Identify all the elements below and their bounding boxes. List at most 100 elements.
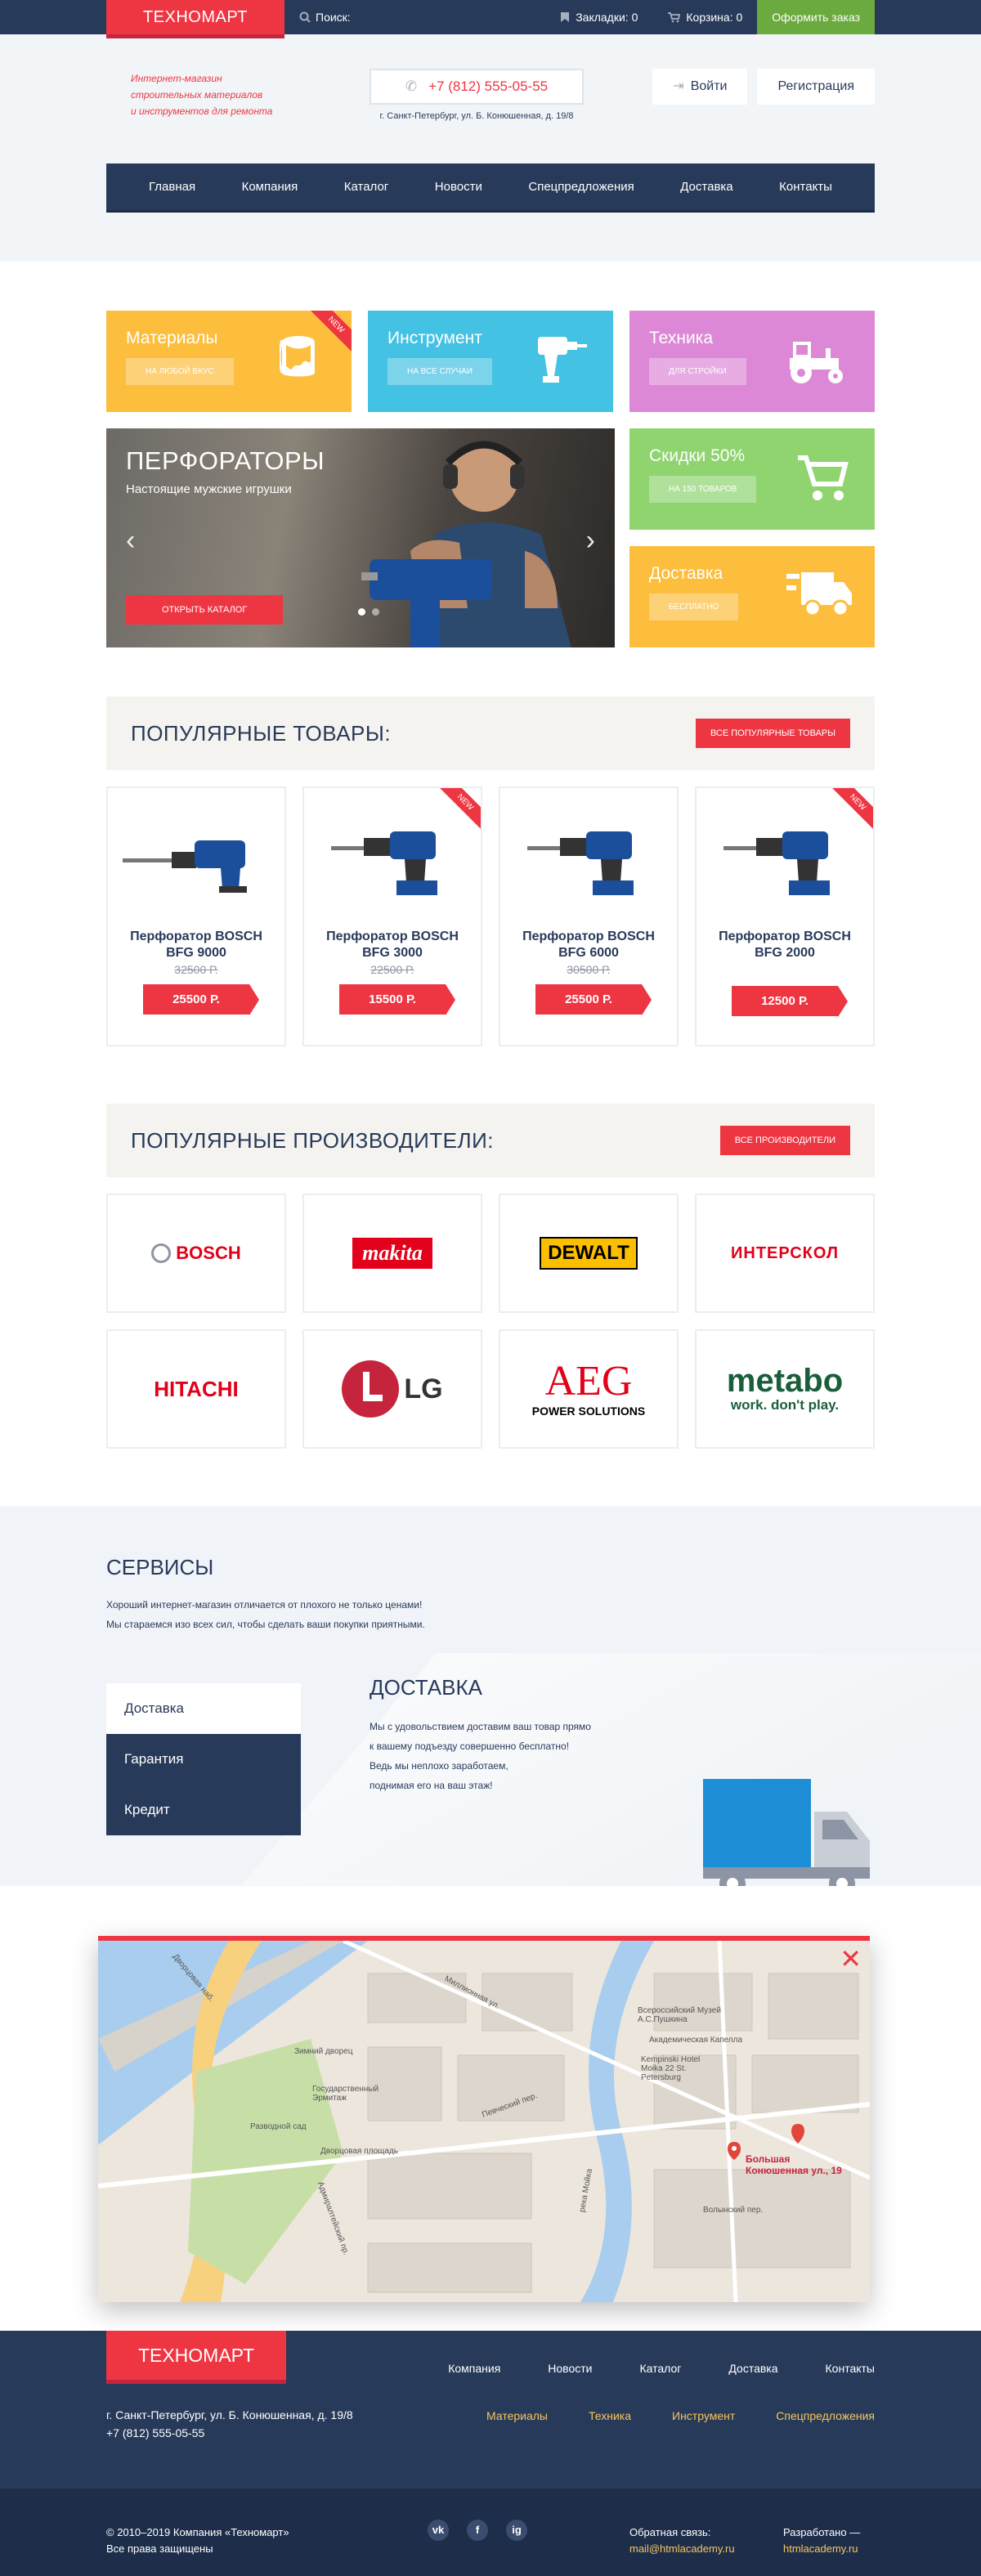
developer-label: Разработано — bbox=[783, 2526, 861, 2538]
tile-materials[interactable]: Материалы На любой вкус NEW bbox=[106, 311, 352, 412]
footer-address: г. Санкт-Петербург, ул. Б. Конюшенная, д… bbox=[106, 2406, 353, 2442]
footer-nav-item[interactable]: Новости bbox=[548, 2362, 592, 2375]
content-line: Ведь мы неплохо заработаем, bbox=[370, 1760, 508, 1772]
product-name: Перфоратор BOSCH BFG 9000 bbox=[130, 930, 262, 960]
tile-tag: Бесплатно bbox=[649, 594, 739, 620]
tab-credit[interactable]: Кредит bbox=[106, 1785, 301, 1835]
nav-item-news[interactable]: Новости bbox=[435, 180, 482, 194]
nav-item-delivery[interactable]: Доставка bbox=[680, 180, 732, 194]
intro-line: Мы стараемся изо всех сил, чтобы сделать… bbox=[106, 1619, 425, 1630]
content-line: поднимая его на ваш этаж! bbox=[370, 1780, 493, 1791]
brand-aeg[interactable]: AEG POWER SOLUTIONS bbox=[499, 1329, 679, 1449]
content-title: ДОСТАВКА bbox=[370, 1675, 482, 1700]
developer-link[interactable]: htmlacademy.ru bbox=[783, 2541, 860, 2557]
bookmark-icon bbox=[561, 12, 570, 22]
map-marker[interactable]: Большая Конюшенная ул., 19 bbox=[728, 2142, 842, 2176]
content-text: Мы с удовольствием доставим ваш товар пр… bbox=[370, 1717, 647, 1795]
tile-tag: Для стройки bbox=[649, 358, 746, 385]
product-price-button[interactable]: 25500 Р. bbox=[143, 984, 259, 1015]
services-tabs: Доставка Гарантия Кредит bbox=[106, 1683, 301, 1835]
social-links: vk f ig bbox=[428, 2520, 527, 2541]
feedback-email-link[interactable]: mail@htmlacademy.ru bbox=[629, 2541, 735, 2557]
slider-prev-button[interactable]: ‹ bbox=[126, 525, 135, 557]
map-close-button[interactable]: ✕ bbox=[840, 1946, 862, 1972]
map-marker-label: Большая Конюшенная ул., 19 bbox=[746, 2153, 842, 2176]
login-button[interactable]: ⇥ Войти bbox=[652, 69, 748, 105]
search[interactable]: Поиск: bbox=[299, 0, 545, 34]
product-price-button[interactable]: 12500 Р. bbox=[732, 986, 848, 1017]
map[interactable]: Зимний дворец Государственный Эрмитаж Ра… bbox=[98, 1936, 870, 2302]
footer-nav-item[interactable]: Каталог bbox=[639, 2362, 681, 2375]
footer-nav-item[interactable]: Компания bbox=[448, 2362, 500, 2375]
cart-label: Корзина: 0 bbox=[686, 11, 743, 24]
bookmarks-link[interactable]: Закладки: 0 bbox=[545, 0, 652, 34]
tile-tools[interactable]: Инструмент На все случаи bbox=[368, 311, 613, 412]
slider-next-button[interactable]: › bbox=[586, 525, 595, 557]
footer-nav-item[interactable]: Доставка bbox=[728, 2362, 777, 2375]
footer-category[interactable]: Материалы bbox=[486, 2409, 548, 2422]
brand-lg[interactable]: LG bbox=[302, 1329, 482, 1449]
map-label: Всероссийский Музей А.С.Пушкина bbox=[638, 2006, 721, 2024]
all-popular-button[interactable]: Все популярные товары bbox=[695, 719, 850, 748]
nav-item-offers[interactable]: Спецпредложения bbox=[528, 180, 634, 194]
open-catalog-button[interactable]: Открыть каталог bbox=[126, 595, 284, 625]
services-section: СЕРВИСЫ Хороший интернет-магазин отличае… bbox=[0, 1506, 981, 1886]
tab-warranty[interactable]: Гарантия bbox=[106, 1734, 301, 1785]
content-line: Мы с удовольствием доставим ваш товар пр… bbox=[370, 1721, 591, 1732]
phone-icon: ✆ bbox=[405, 78, 418, 94]
instagram-icon[interactable]: ig bbox=[506, 2520, 527, 2541]
footer-category[interactable]: Техника bbox=[589, 2409, 631, 2422]
tile-delivery[interactable]: Доставка Бесплатно bbox=[629, 546, 875, 647]
main-nav: Главная Компания Каталог Новости Спецпре… bbox=[106, 164, 875, 213]
facebook-icon[interactable]: f bbox=[467, 2520, 488, 2541]
footer-category[interactable]: Инструмент bbox=[672, 2409, 735, 2422]
address: г. Санкт-Петербург, ул. Б. Конюшенная, д… bbox=[379, 111, 574, 121]
product-card[interactable]: Перфоратор BOSCH BFG 6000 30500 Р. 25500… bbox=[499, 786, 679, 1046]
product-name: Перфоратор BOSCH BFG 6000 bbox=[522, 930, 655, 960]
product-card[interactable]: NEW Перфоратор BOSCH BFG 2000 12500 Р. bbox=[695, 786, 875, 1046]
slider-dot[interactable] bbox=[372, 608, 379, 616]
tile-discounts[interactable]: Скидки 50% На 150 товаров bbox=[629, 428, 875, 530]
product-image bbox=[500, 813, 677, 911]
footer: ТЕХНОМАРТ Компания Новости Каталог Доста… bbox=[0, 2331, 981, 2576]
footer-category[interactable]: Спецпредложения bbox=[776, 2409, 875, 2422]
product-card[interactable]: Перфоратор BOSCH BFG 9000 32500 Р. 25500… bbox=[106, 786, 286, 1046]
nav-item-catalog[interactable]: Каталог bbox=[344, 180, 389, 194]
footer-logo[interactable]: ТЕХНОМАРТ bbox=[106, 2331, 286, 2384]
services-content: ДОСТАВКА Мы с удовольствием доставим ваш… bbox=[370, 1675, 647, 1835]
top-logo[interactable]: ТЕХНОМАРТ bbox=[106, 0, 284, 38]
brand-dewalt[interactable]: DEWALT bbox=[499, 1194, 679, 1313]
paint-bucket-icon bbox=[280, 336, 315, 377]
brand-interskol[interactable]: ИНТЕРСКОЛ bbox=[695, 1194, 875, 1313]
tab-delivery[interactable]: Доставка bbox=[106, 1683, 301, 1734]
footer-nav-item[interactable]: Контакты bbox=[826, 2362, 875, 2375]
tile-machinery[interactable]: Техника Для стройки bbox=[629, 311, 875, 412]
tile-tag: На любой вкус bbox=[126, 358, 234, 385]
product-name: Перфоратор BOSCH BFG 2000 bbox=[719, 930, 851, 960]
footer-address-line: г. Санкт-Петербург, ул. Б. Конюшенная, д… bbox=[106, 2408, 353, 2421]
tagline-line: Интернет-магазин bbox=[131, 73, 222, 84]
nav-item-contacts[interactable]: Контакты bbox=[779, 180, 832, 194]
copyright-line: © 2010–2019 Компания «Техномарт» bbox=[106, 2526, 289, 2538]
product-price-button[interactable]: 25500 Р. bbox=[535, 984, 652, 1015]
brand-bosch[interactable]: BOSCH bbox=[106, 1194, 286, 1313]
cart-icon bbox=[798, 455, 849, 500]
product-price-button[interactable]: 15500 Р. bbox=[339, 984, 455, 1015]
cart-link[interactable]: Корзина: 0 bbox=[652, 0, 757, 34]
nav-item-company[interactable]: Компания bbox=[242, 180, 298, 194]
brand-makita[interactable]: makita bbox=[302, 1194, 482, 1313]
footer-bottom: © 2010–2019 Компания «Техномарт» Все пра… bbox=[0, 2489, 981, 2576]
vk-icon[interactable]: vk bbox=[428, 2520, 449, 2541]
checkout-button[interactable]: Оформить заказ bbox=[757, 0, 875, 34]
tagline-line: строительных материалов bbox=[131, 89, 263, 101]
product-card[interactable]: NEW Перфоратор BOSCH BFG 3000 22500 Р. 1… bbox=[302, 786, 482, 1046]
brand-metabo[interactable]: metabo work. don't play. bbox=[695, 1329, 875, 1449]
register-button[interactable]: Регистрация bbox=[757, 69, 875, 105]
slider-dot[interactable] bbox=[358, 608, 365, 616]
auth-buttons: ⇥ Войти Регистрация bbox=[652, 69, 875, 105]
nav-item-home[interactable]: Главная bbox=[149, 180, 195, 194]
all-brands-button[interactable]: Все производители bbox=[719, 1126, 850, 1155]
phone-box[interactable]: ✆ +7 (812) 555-05-55 bbox=[370, 69, 584, 105]
brand-hitachi[interactable]: HITACHI bbox=[106, 1329, 286, 1449]
header: Интернет-магазин строительных материалов… bbox=[0, 34, 981, 262]
